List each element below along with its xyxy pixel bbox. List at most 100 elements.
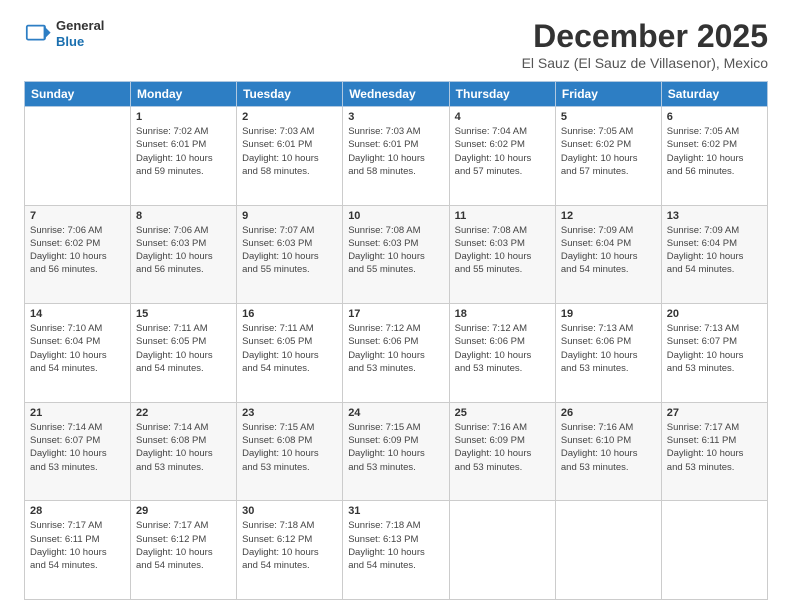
location-title: El Sauz (El Sauz de Villasenor), Mexico	[522, 55, 768, 71]
weekday-header-cell: Tuesday	[237, 82, 343, 107]
day-info: Sunrise: 7:06 AM Sunset: 6:03 PM Dayligh…	[136, 224, 231, 277]
day-number: 18	[455, 308, 550, 320]
title-area: December 2025 El Sauz (El Sauz de Villas…	[522, 18, 768, 71]
calendar-week-row: 28Sunrise: 7:17 AM Sunset: 6:11 PM Dayli…	[25, 501, 768, 600]
day-info: Sunrise: 7:03 AM Sunset: 6:01 PM Dayligh…	[348, 125, 443, 178]
calendar-day-cell	[25, 107, 131, 206]
day-number: 27	[667, 407, 762, 419]
day-number: 10	[348, 210, 443, 222]
calendar-day-cell: 9 Sunrise: 7:07 AM Sunset: 6:03 PM Daylig…	[237, 205, 343, 304]
weekday-header-cell: Thursday	[449, 82, 555, 107]
day-info: Sunrise: 7:08 AM Sunset: 6:03 PM Dayligh…	[348, 224, 443, 277]
day-number: 19	[561, 308, 656, 320]
calendar-day-cell: 23 Sunrise: 7:15 AM Sunset: 6:08 PM Dayli…	[237, 402, 343, 501]
calendar-week-row: 14 Sunrise: 7:10 AM Sunset: 6:04 PM Dayli…	[25, 304, 768, 403]
day-info: Sunrise: 7:13 AM Sunset: 6:06 PM Dayligh…	[561, 322, 656, 375]
calendar-day-cell: 30 Sunrise: 7:18 AM Sunset: 6:12 PM Dayli…	[237, 501, 343, 600]
day-info: Sunrise: 7:09 AM Sunset: 6:04 PM Dayligh…	[667, 224, 762, 277]
calendar-day-cell	[661, 501, 767, 600]
calendar-week-row: 7Sunrise: 7:06 AM Sunset: 6:02 PM Daylig…	[25, 205, 768, 304]
day-info: Sunrise: 7:10 AM Sunset: 6:04 PM Dayligh…	[30, 322, 125, 375]
day-number: 24	[348, 407, 443, 419]
day-info: Sunrise: 7:15 AM Sunset: 6:08 PM Dayligh…	[242, 421, 337, 474]
calendar-day-cell: 7Sunrise: 7:06 AM Sunset: 6:02 PM Daylig…	[25, 205, 131, 304]
day-number: 5	[561, 111, 656, 123]
day-number: 16	[242, 308, 337, 320]
calendar-day-cell: 4 Sunrise: 7:04 AM Sunset: 6:02 PM Daylig…	[449, 107, 555, 206]
day-info: Sunrise: 7:12 AM Sunset: 6:06 PM Dayligh…	[348, 322, 443, 375]
day-info: Sunrise: 7:18 AM Sunset: 6:13 PM Dayligh…	[348, 519, 443, 572]
calendar-day-cell: 10 Sunrise: 7:08 AM Sunset: 6:03 PM Dayli…	[343, 205, 449, 304]
day-info: Sunrise: 7:09 AM Sunset: 6:04 PM Dayligh…	[561, 224, 656, 277]
calendar-day-cell: 8 Sunrise: 7:06 AM Sunset: 6:03 PM Daylig…	[131, 205, 237, 304]
calendar-day-cell: 26Sunrise: 7:16 AM Sunset: 6:10 PM Dayli…	[555, 402, 661, 501]
day-number: 29	[136, 505, 231, 517]
day-info: Sunrise: 7:15 AM Sunset: 6:09 PM Dayligh…	[348, 421, 443, 474]
calendar-day-cell: 22 Sunrise: 7:14 AM Sunset: 6:08 PM Dayli…	[131, 402, 237, 501]
day-number: 3	[348, 111, 443, 123]
day-info: Sunrise: 7:17 AM Sunset: 6:12 PM Dayligh…	[136, 519, 231, 572]
calendar-day-cell	[449, 501, 555, 600]
logo-general-text: General	[56, 18, 104, 34]
day-number: 15	[136, 308, 231, 320]
day-number: 14	[30, 308, 125, 320]
day-info: Sunrise: 7:14 AM Sunset: 6:08 PM Dayligh…	[136, 421, 231, 474]
logo-text: General Blue	[56, 18, 104, 49]
day-number: 4	[455, 111, 550, 123]
calendar-day-cell	[555, 501, 661, 600]
header: General Blue December 2025 El Sauz (El S…	[24, 18, 768, 71]
day-number: 2	[242, 111, 337, 123]
day-number: 23	[242, 407, 337, 419]
day-number: 11	[455, 210, 550, 222]
calendar-body: 1 Sunrise: 7:02 AM Sunset: 6:01 PM Daylig…	[25, 107, 768, 600]
day-number: 6	[667, 111, 762, 123]
day-number: 8	[136, 210, 231, 222]
day-number: 22	[136, 407, 231, 419]
logo-blue-text: Blue	[56, 34, 104, 50]
day-number: 9	[242, 210, 337, 222]
day-info: Sunrise: 7:02 AM Sunset: 6:01 PM Dayligh…	[136, 125, 231, 178]
calendar-day-cell: 5 Sunrise: 7:05 AM Sunset: 6:02 PM Daylig…	[555, 107, 661, 206]
day-number: 12	[561, 210, 656, 222]
weekday-header-cell: Sunday	[25, 82, 131, 107]
day-info: Sunrise: 7:03 AM Sunset: 6:01 PM Dayligh…	[242, 125, 337, 178]
logo-icon	[24, 20, 52, 48]
weekday-header-row: SundayMondayTuesdayWednesdayThursdayFrid…	[25, 82, 768, 107]
logo: General Blue	[24, 18, 104, 49]
day-info: Sunrise: 7:04 AM Sunset: 6:02 PM Dayligh…	[455, 125, 550, 178]
day-number: 20	[667, 308, 762, 320]
day-info: Sunrise: 7:07 AM Sunset: 6:03 PM Dayligh…	[242, 224, 337, 277]
calendar-day-cell: 17Sunrise: 7:12 AM Sunset: 6:06 PM Dayli…	[343, 304, 449, 403]
day-number: 21	[30, 407, 125, 419]
day-info: Sunrise: 7:05 AM Sunset: 6:02 PM Dayligh…	[561, 125, 656, 178]
day-number: 26	[561, 407, 656, 419]
calendar-day-cell: 25Sunrise: 7:16 AM Sunset: 6:09 PM Dayli…	[449, 402, 555, 501]
calendar-day-cell: 6 Sunrise: 7:05 AM Sunset: 6:02 PM Daylig…	[661, 107, 767, 206]
weekday-header-cell: Monday	[131, 82, 237, 107]
calendar-table: SundayMondayTuesdayWednesdayThursdayFrid…	[24, 81, 768, 600]
calendar-day-cell: 31Sunrise: 7:18 AM Sunset: 6:13 PM Dayli…	[343, 501, 449, 600]
calendar-day-cell: 20Sunrise: 7:13 AM Sunset: 6:07 PM Dayli…	[661, 304, 767, 403]
calendar-day-cell: 14 Sunrise: 7:10 AM Sunset: 6:04 PM Dayli…	[25, 304, 131, 403]
calendar-day-cell: 16Sunrise: 7:11 AM Sunset: 6:05 PM Dayli…	[237, 304, 343, 403]
day-number: 7	[30, 210, 125, 222]
month-title: December 2025	[522, 18, 768, 55]
day-number: 28	[30, 505, 125, 517]
calendar-day-cell: 2 Sunrise: 7:03 AM Sunset: 6:01 PM Daylig…	[237, 107, 343, 206]
day-number: 1	[136, 111, 231, 123]
day-info: Sunrise: 7:17 AM Sunset: 6:11 PM Dayligh…	[667, 421, 762, 474]
weekday-header-cell: Wednesday	[343, 82, 449, 107]
day-info: Sunrise: 7:05 AM Sunset: 6:02 PM Dayligh…	[667, 125, 762, 178]
calendar-day-cell: 21 Sunrise: 7:14 AM Sunset: 6:07 PM Dayli…	[25, 402, 131, 501]
day-number: 30	[242, 505, 337, 517]
calendar-day-cell: 28Sunrise: 7:17 AM Sunset: 6:11 PM Dayli…	[25, 501, 131, 600]
calendar-week-row: 21 Sunrise: 7:14 AM Sunset: 6:07 PM Dayli…	[25, 402, 768, 501]
day-info: Sunrise: 7:12 AM Sunset: 6:06 PM Dayligh…	[455, 322, 550, 375]
page: General Blue December 2025 El Sauz (El S…	[0, 0, 792, 612]
calendar-day-cell: 15Sunrise: 7:11 AM Sunset: 6:05 PM Dayli…	[131, 304, 237, 403]
calendar-day-cell: 24 Sunrise: 7:15 AM Sunset: 6:09 PM Dayli…	[343, 402, 449, 501]
day-info: Sunrise: 7:18 AM Sunset: 6:12 PM Dayligh…	[242, 519, 337, 572]
calendar-day-cell: 13Sunrise: 7:09 AM Sunset: 6:04 PM Dayli…	[661, 205, 767, 304]
day-info: Sunrise: 7:08 AM Sunset: 6:03 PM Dayligh…	[455, 224, 550, 277]
day-info: Sunrise: 7:14 AM Sunset: 6:07 PM Dayligh…	[30, 421, 125, 474]
